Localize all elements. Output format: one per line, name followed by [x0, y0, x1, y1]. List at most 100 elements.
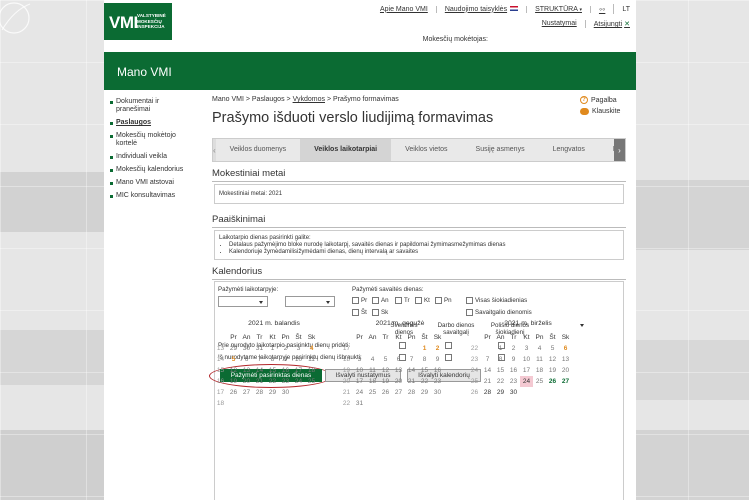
calendar-day[interactable]: 16	[279, 365, 292, 376]
settings-link[interactable]: Nustatymai	[534, 20, 586, 28]
calendar-day[interactable]: 5	[227, 354, 240, 365]
period-to-select[interactable]	[285, 296, 335, 307]
calendar-day[interactable]: 10	[520, 354, 533, 365]
breadcrumb-home[interactable]: Mano VMI	[212, 96, 244, 103]
calendar-day[interactable]: 3	[520, 343, 533, 354]
calendar-day[interactable]: 5	[546, 343, 559, 354]
weekday-fri-checkbox[interactable]	[435, 297, 442, 304]
calendar-day[interactable]: 27	[559, 376, 572, 387]
calendar-day[interactable]: 4	[366, 354, 379, 365]
calendar-day[interactable]: 23	[431, 376, 444, 387]
calendar-day[interactable]: 12	[379, 365, 392, 376]
calendar-day[interactable]: 24	[292, 376, 305, 387]
calendar-day[interactable]: 23	[279, 376, 292, 387]
guide-link[interactable]: Naudojimo taisyklės	[437, 5, 528, 13]
calendar-day[interactable]: 2	[507, 343, 520, 354]
weekday-thu-checkbox[interactable]	[415, 297, 422, 304]
calendar-day[interactable]: 13	[240, 365, 253, 376]
calendar-day[interactable]: 15	[418, 365, 431, 376]
calendar-day[interactable]: 26	[546, 376, 559, 387]
calendar-day[interactable]: 16	[431, 365, 444, 376]
calendar-day[interactable]: 14	[405, 365, 418, 376]
weekend-checkbox[interactable]	[466, 309, 473, 316]
calendar-day[interactable]: 21	[481, 376, 494, 387]
calendar-day[interactable]: 7	[405, 354, 418, 365]
calendar-day[interactable]: 1	[494, 343, 507, 354]
calendar-day[interactable]: 11	[533, 354, 546, 365]
calendar-day[interactable]: 8	[418, 354, 431, 365]
calendar-day[interactable]: 24	[520, 376, 533, 387]
weekday-sun-checkbox[interactable]	[372, 309, 379, 316]
calendar-day[interactable]: 1	[418, 343, 431, 354]
breadcrumb-services[interactable]: Paslaugos	[252, 96, 285, 103]
calendar-day[interactable]: 12	[227, 365, 240, 376]
sidebar-item-tax-calendar[interactable]: Mokesčių kalendorius	[110, 166, 192, 174]
calendar-day[interactable]: 20	[240, 376, 253, 387]
calendar-day[interactable]: 11	[305, 354, 318, 365]
calendar-day[interactable]: 13	[392, 365, 405, 376]
calendar-day[interactable]: 18	[305, 365, 318, 376]
sidebar-item-representatives[interactable]: Mano VMI atstovai	[110, 179, 192, 187]
calendar-day[interactable]: 10	[292, 354, 305, 365]
calendar-day[interactable]: 9	[507, 354, 520, 365]
calendar-day[interactable]: 30	[431, 387, 444, 398]
weekday-tue-checkbox[interactable]	[372, 297, 379, 304]
calendar-day[interactable]: 6	[559, 343, 572, 354]
calendar-day[interactable]: 28	[253, 387, 266, 398]
tab-activity-places[interactable]: Veiklos vietos	[391, 139, 461, 161]
calendar-day[interactable]: 21	[253, 376, 266, 387]
calendar-day[interactable]: 26	[379, 387, 392, 398]
calendar-day[interactable]: 14	[481, 365, 494, 376]
calendar-day[interactable]: 22	[418, 376, 431, 387]
tab-activity-periods[interactable]: Veiklos laikotarpiai	[300, 139, 392, 161]
calendar-day[interactable]: 29	[494, 387, 507, 398]
calendar-day[interactable]: 22	[494, 376, 507, 387]
calendar-day[interactable]: 25	[305, 376, 318, 387]
calendar-day[interactable]: 17	[292, 365, 305, 376]
calendar-day[interactable]: 14	[253, 365, 266, 376]
calendar-day[interactable]: 15	[266, 365, 279, 376]
calendar-day[interactable]: 29	[227, 343, 240, 354]
calendar-day[interactable]: 21	[405, 376, 418, 387]
calendar-day[interactable]: 31	[253, 343, 266, 354]
calendar-day[interactable]: 20	[392, 376, 405, 387]
calendar-day[interactable]: 30	[279, 387, 292, 398]
calendar-day[interactable]: 25	[366, 387, 379, 398]
calendar-day[interactable]: 18	[366, 376, 379, 387]
period-from-select[interactable]	[218, 296, 268, 307]
help-link[interactable]: ? Pagalba	[580, 96, 620, 104]
calendar-day[interactable]: 11	[366, 365, 379, 376]
sidebar-item-documents[interactable]: Dokumentai ir pranešimai	[110, 98, 192, 114]
calendar-day[interactable]: 30	[507, 387, 520, 398]
calendar-day[interactable]: 22	[266, 376, 279, 387]
calendar-day[interactable]: 29	[266, 387, 279, 398]
breadcrumb-active[interactable]: Vykdomos	[293, 96, 325, 103]
calendar-day[interactable]: 29	[418, 387, 431, 398]
about-link[interactable]: Apie Mano VMI	[372, 5, 437, 13]
calendar-day[interactable]: 24	[353, 387, 366, 398]
calendar-day[interactable]: 9	[431, 354, 444, 365]
calendar-day[interactable]: 2	[431, 343, 444, 354]
calendar-day[interactable]: 19	[379, 376, 392, 387]
calendar-day[interactable]: 16	[507, 365, 520, 376]
ask-link[interactable]: Klauskite	[580, 108, 620, 115]
calendar-day[interactable]: 2	[279, 343, 292, 354]
calendar-day[interactable]: 6	[240, 354, 253, 365]
calendar-day[interactable]: 23	[507, 376, 520, 387]
calendar-day[interactable]: 9	[279, 354, 292, 365]
logout-link[interactable]: Atsijungti ✕	[586, 20, 630, 28]
calendar-day[interactable]: 27	[240, 387, 253, 398]
calendar-day[interactable]: 18	[533, 365, 546, 376]
calendar-day[interactable]: 6	[392, 354, 405, 365]
calendar-day[interactable]: 4	[533, 343, 546, 354]
calendar-day[interactable]: 5	[379, 354, 392, 365]
calendar-day[interactable]: 4	[305, 343, 318, 354]
calendar-day[interactable]: 15	[494, 365, 507, 376]
tab-related-persons[interactable]: Susiję asmenys	[462, 139, 539, 161]
accessibility-glasses-icon[interactable]: ◦◦	[591, 4, 615, 14]
sidebar-item-taxpayer-card[interactable]: Mokesčių mokėtojo kortelė	[110, 132, 192, 148]
calendar-day[interactable]: 30	[240, 343, 253, 354]
calendar-day[interactable]: 17	[520, 365, 533, 376]
vmi-logo[interactable]: VMI VALSTYBINĖ MOKESČIŲ INSPEKCIJA	[104, 3, 172, 40]
tab-reliefs[interactable]: Lengvatos	[539, 139, 599, 161]
